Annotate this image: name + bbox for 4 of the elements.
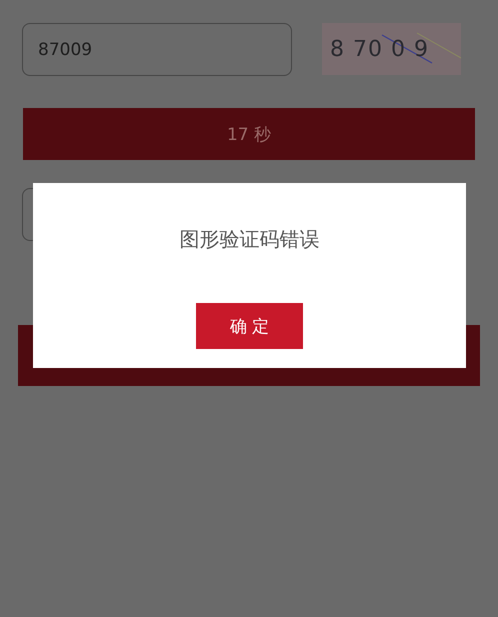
captcha-image[interactable]: 8 70 0 9: [322, 23, 461, 75]
error-message: 图形验证码错误: [180, 226, 320, 253]
confirm-button[interactable]: 确 定: [196, 303, 303, 349]
code-field[interactable]: 87009: [22, 23, 292, 76]
